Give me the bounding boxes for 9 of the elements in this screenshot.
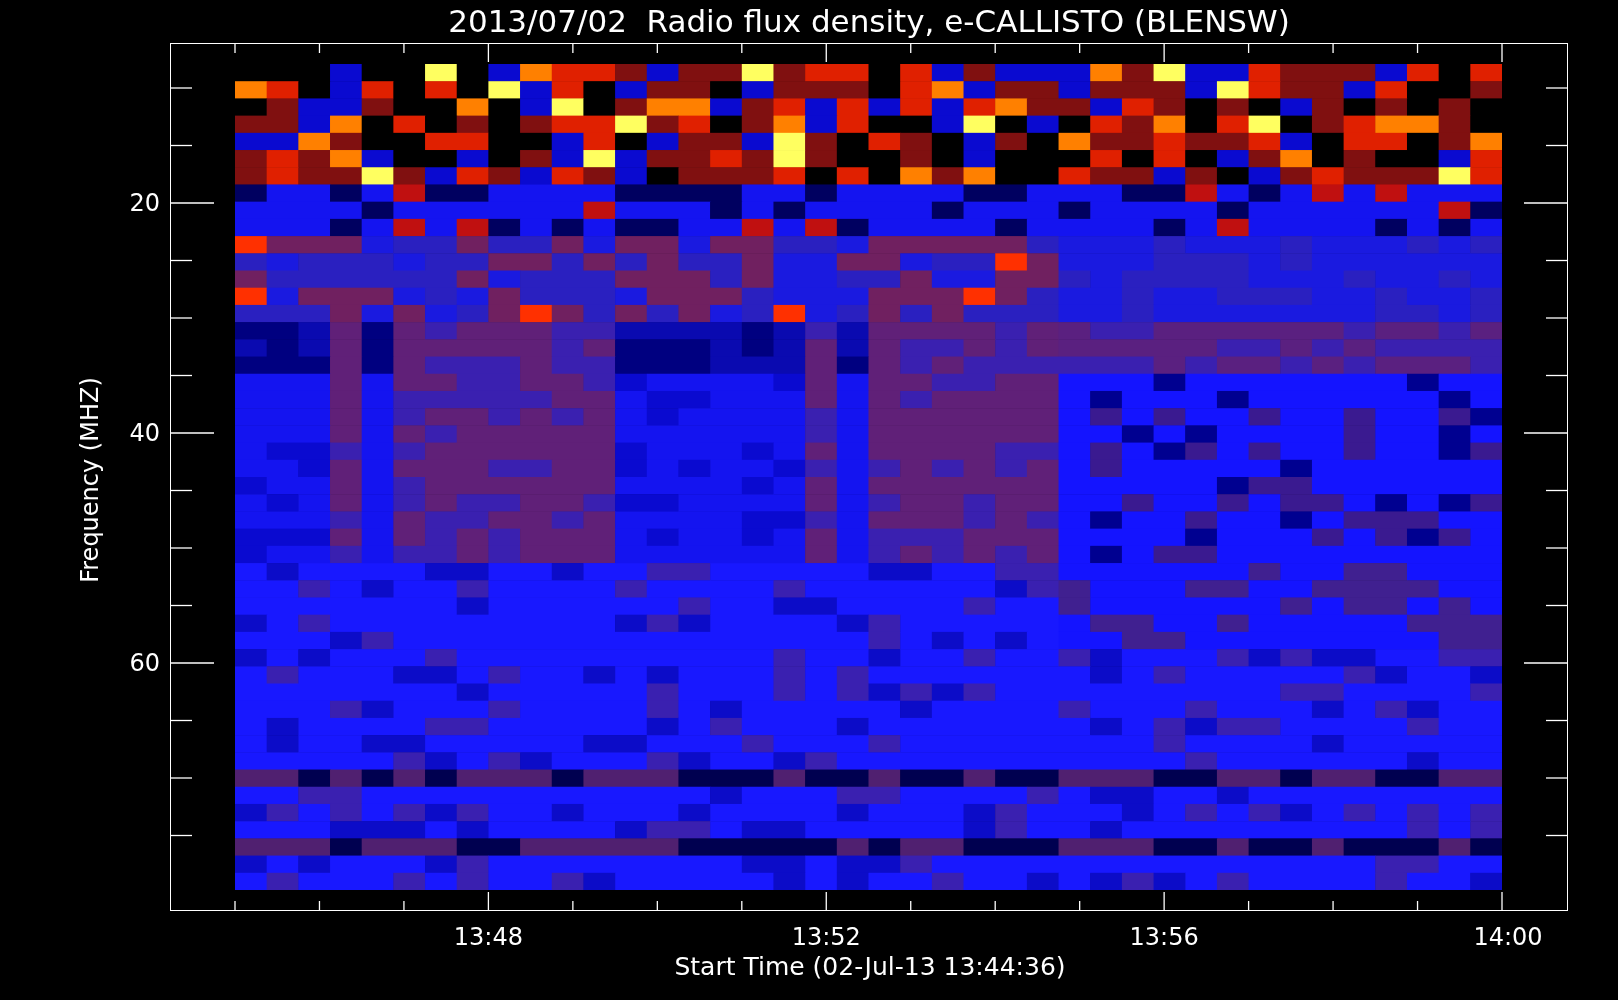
x-tick-label: 13:48: [452, 923, 524, 951]
x-tick-label: 14:00: [1472, 923, 1544, 951]
y-tick-label: 20: [128, 189, 160, 217]
x-axis-label: Start Time (02-Jul-13 13:44:36): [673, 952, 1067, 982]
x-tick-label: 13:56: [1128, 923, 1200, 951]
y-tick-label: 60: [128, 649, 160, 677]
chart-title: 2013/07/02 Radio flux density, e-CALLISTO (BLENSW): [447, 2, 1291, 41]
x-tick-label: 13:52: [790, 923, 862, 951]
y-axis-label: Frequency (MHZ): [76, 376, 104, 585]
